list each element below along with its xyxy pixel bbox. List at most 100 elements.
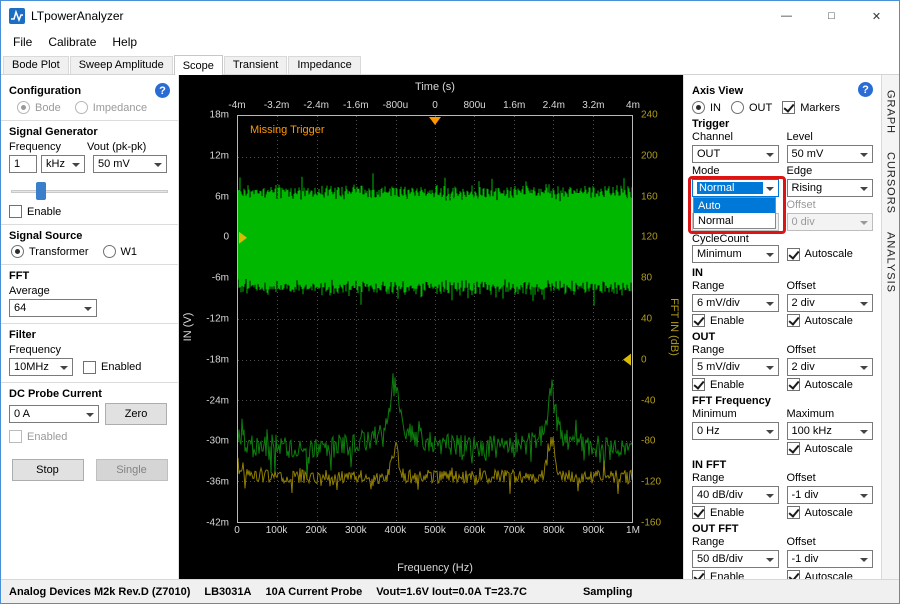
in-fft-range-combo[interactable]: 40 dB/div <box>692 486 779 504</box>
frequency-unit-combo[interactable]: kHz <box>41 155 85 173</box>
menu-calibrate[interactable]: Calibrate <box>40 33 104 51</box>
mode-option-normal[interactable]: Normal <box>694 213 775 228</box>
axis-in-radio[interactable]: IN <box>692 101 721 114</box>
tab-transient[interactable]: Transient <box>224 56 287 74</box>
tick-label: -800u <box>383 100 409 111</box>
out-fft-enable-label: Enable <box>710 571 744 580</box>
out-fft-autoscale-checkbox[interactable]: Autoscale <box>787 570 874 579</box>
single-button: Single <box>96 459 168 481</box>
frequency-label: Frequency <box>9 141 87 153</box>
separator <box>1 382 178 383</box>
amplitude-slider[interactable] <box>11 179 168 203</box>
status-board: LB3031A <box>204 586 251 598</box>
checkbox-icon <box>692 378 705 391</box>
markers-label: Markers <box>800 102 840 114</box>
fft-average-value: 64 <box>14 302 81 314</box>
side-tab-analysis[interactable]: ANALYSIS <box>884 223 898 302</box>
tick-label: 300k <box>345 525 367 536</box>
markers-checkbox[interactable]: Markers <box>782 101 840 114</box>
in-enable-label: Enable <box>710 315 744 327</box>
menu-help[interactable]: Help <box>104 33 145 51</box>
trigger-offset-combo: 0 div <box>787 213 874 231</box>
in-fft-enable-label: Enable <box>710 507 744 519</box>
out-fft-enable-checkbox[interactable]: Enable <box>692 570 779 579</box>
trigger-mode-combo[interactable]: Normal Auto Normal <box>692 179 779 197</box>
out-enable-checkbox[interactable]: Enable <box>692 378 779 391</box>
out-fft-autoscale-label: Autoscale <box>805 571 853 580</box>
filter-frequency-combo[interactable]: 10MHz <box>9 358 73 376</box>
bode-radio[interactable]: Bode <box>17 101 61 114</box>
in-fft-autoscale-checkbox[interactable]: Autoscale <box>787 506 874 519</box>
trigger-autoscale-checkbox[interactable]: Autoscale <box>787 245 874 263</box>
side-tab-graph[interactable]: GRAPH <box>884 81 898 143</box>
tick-label: -30m <box>206 436 229 447</box>
maximize-button[interactable]: □ <box>809 1 854 31</box>
out-fft-offset-combo[interactable]: -1 div <box>787 550 874 568</box>
in-offset-combo[interactable]: 2 div <box>787 294 874 312</box>
out-offset-combo[interactable]: 2 div <box>787 358 874 376</box>
slider-thumb[interactable] <box>36 182 46 200</box>
tab-bode-plot[interactable]: Bode Plot <box>3 56 69 74</box>
transformer-radio[interactable]: Transformer <box>11 245 89 258</box>
in-fft-enable-checkbox[interactable]: Enable <box>692 506 779 519</box>
signal-enable-checkbox[interactable]: Enable <box>9 205 170 218</box>
fft-average-combo[interactable]: 64 <box>9 299 97 317</box>
fft-max-combo[interactable]: 100 kHz <box>787 422 874 440</box>
tick-label: 80 <box>641 273 652 284</box>
fft-min-combo[interactable]: 0 Hz <box>692 422 779 440</box>
tab-sweep-amplitude[interactable]: Sweep Amplitude <box>70 56 173 74</box>
in-range-combo[interactable]: 6 mV/div <box>692 294 779 312</box>
in-enable-checkbox[interactable]: Enable <box>692 314 779 327</box>
tab-impedance[interactable]: Impedance <box>288 56 360 74</box>
in-autoscale-checkbox[interactable]: Autoscale <box>787 314 874 327</box>
out-fft-offset-label: Offset <box>787 536 874 548</box>
zero-button[interactable]: Zero <box>105 403 167 425</box>
checkbox-icon <box>9 205 22 218</box>
tab-scope[interactable]: Scope <box>174 55 223 75</box>
signal-source-title: Signal Source <box>9 230 170 242</box>
close-button[interactable]: ✕ <box>854 1 899 31</box>
out-autoscale-checkbox[interactable]: Autoscale <box>787 378 874 391</box>
separator <box>1 224 178 225</box>
frequency-input[interactable]: 1 <box>9 155 37 173</box>
signal-enable-label: Enable <box>27 206 61 218</box>
in-offset-value: 2 div <box>792 297 858 309</box>
dc-current-combo[interactable]: 0 A <box>9 405 99 423</box>
mode-option-auto[interactable]: Auto <box>694 198 775 213</box>
minimize-button[interactable]: — <box>764 1 809 31</box>
axis-view-title: Axis View <box>692 85 743 97</box>
radio-icon <box>17 101 30 114</box>
cyclecount-combo[interactable]: Minimum <box>692 245 779 263</box>
in-fft-range-label: Range <box>692 472 779 484</box>
fft-frequency-autoscale-checkbox[interactable]: Autoscale <box>787 442 874 455</box>
dc-current-value: 0 A <box>14 408 83 420</box>
tick-label: 0 <box>223 232 229 243</box>
stop-button[interactable]: Stop <box>12 459 84 481</box>
help-icon[interactable]: ? <box>155 83 170 98</box>
impedance-radio[interactable]: Impedance <box>75 101 147 114</box>
filter-enabled-checkbox[interactable]: Enabled <box>83 361 141 374</box>
trigger-edge-combo[interactable]: Rising <box>787 179 874 197</box>
w1-radio[interactable]: W1 <box>103 245 138 258</box>
axis-out-radio[interactable]: OUT <box>731 101 772 114</box>
status-bar: Analog Devices M2k Rev.D (Z7010) LB3031A… <box>1 579 899 603</box>
in-fft-offset-combo[interactable]: -1 div <box>787 486 874 504</box>
separator <box>1 264 178 265</box>
tick-label: 18m <box>210 110 229 121</box>
out-enable-label: Enable <box>710 379 744 391</box>
help-icon[interactable]: ? <box>858 82 873 97</box>
tick-label: 240 <box>641 110 658 121</box>
out-fft-range-combo[interactable]: 50 dB/div <box>692 550 779 568</box>
out-range-combo[interactable]: 5 mV/div <box>692 358 779 376</box>
radio-icon <box>75 101 88 114</box>
trigger-channel-value: OUT <box>697 148 763 160</box>
titlebar: LTpowerAnalyzer — □ ✕ <box>1 1 899 31</box>
side-tab-cursors[interactable]: CURSORS <box>884 143 898 223</box>
fft-max-value: 100 kHz <box>792 425 858 437</box>
out-offset-label: Offset <box>787 344 874 356</box>
waveform-plot[interactable]: Missing Trigger <box>237 115 633 523</box>
vout-combo[interactable]: 50 mV <box>93 155 167 173</box>
trigger-level-combo[interactable]: 50 mV <box>787 145 874 163</box>
trigger-channel-combo[interactable]: OUT <box>692 145 779 163</box>
menu-file[interactable]: File <box>5 33 40 51</box>
